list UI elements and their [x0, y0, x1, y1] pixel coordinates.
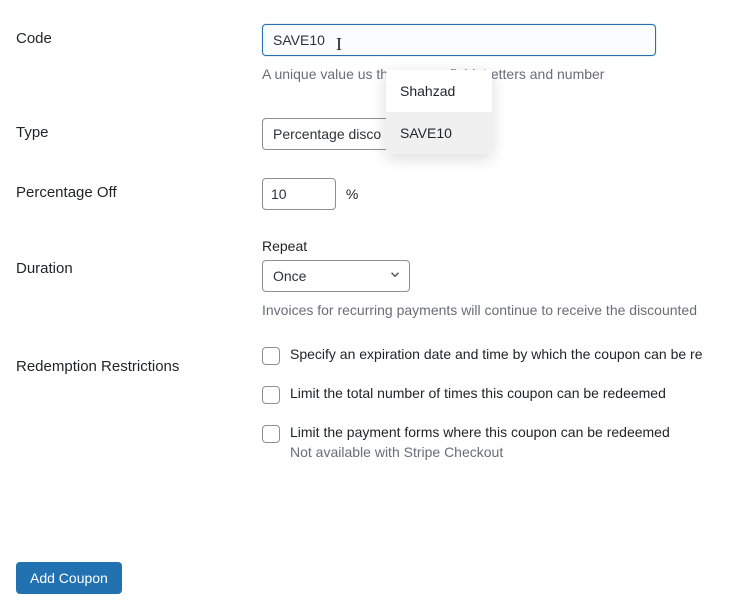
- duration-select[interactable]: Once: [262, 260, 410, 292]
- code-input[interactable]: [262, 24, 656, 56]
- percentage-row: Percentage Off %: [16, 178, 750, 210]
- type-label: Type: [16, 118, 262, 141]
- limit-forms-label: Limit the payment forms where this coupo…: [290, 424, 670, 440]
- limit-forms-note: Not available with Stripe Checkout: [290, 444, 670, 460]
- code-row: Code A unique value us the coupon field.…: [16, 24, 750, 82]
- percentage-label: Percentage Off: [16, 178, 262, 201]
- limit-total-checkbox[interactable]: [262, 386, 280, 404]
- duration-label: Duration: [16, 238, 262, 277]
- restrictions-row: Redemption Restrictions Specify an expir…: [16, 346, 750, 464]
- limit-forms-option: Limit the payment forms where this coupo…: [262, 424, 750, 460]
- limit-forms-checkbox[interactable]: [262, 425, 280, 443]
- percentage-field: %: [262, 178, 750, 210]
- code-field: A unique value us the coupon field. Lett…: [262, 24, 750, 82]
- duration-field: Repeat Once Invoices for recurring payme…: [262, 238, 750, 318]
- expire-checkbox[interactable]: [262, 347, 280, 365]
- restrictions-field: Specify an expiration date and time by w…: [262, 346, 750, 464]
- duration-row: Duration Repeat Once Invoices for recurr…: [16, 238, 750, 318]
- code-label: Code: [16, 24, 262, 47]
- coupon-form: Code A unique value us the coupon field.…: [0, 0, 750, 606]
- autocomplete-item-save10[interactable]: SAVE10: [386, 112, 492, 154]
- expire-label: Specify an expiration date and time by w…: [290, 346, 702, 362]
- duration-helper: Invoices for recurring payments will con…: [262, 302, 750, 318]
- restrictions-label: Redemption Restrictions: [16, 346, 262, 375]
- limit-total-option: Limit the total number of times this cou…: [262, 385, 750, 404]
- percentage-suffix: %: [346, 186, 358, 202]
- limit-total-label: Limit the total number of times this cou…: [290, 385, 666, 401]
- autocomplete-item-shahzad[interactable]: Shahzad: [386, 70, 492, 112]
- code-helper: A unique value us the coupon field. Lett…: [262, 66, 750, 82]
- add-coupon-button[interactable]: Add Coupon: [16, 562, 122, 594]
- type-field: Percentage disco: [262, 118, 750, 150]
- expire-option: Specify an expiration date and time by w…: [262, 346, 750, 365]
- autocomplete-dropdown: Shahzad SAVE10: [386, 70, 492, 154]
- type-row: Type Percentage disco: [16, 118, 750, 150]
- duration-subhead: Repeat: [262, 238, 750, 254]
- percentage-input[interactable]: [262, 178, 336, 210]
